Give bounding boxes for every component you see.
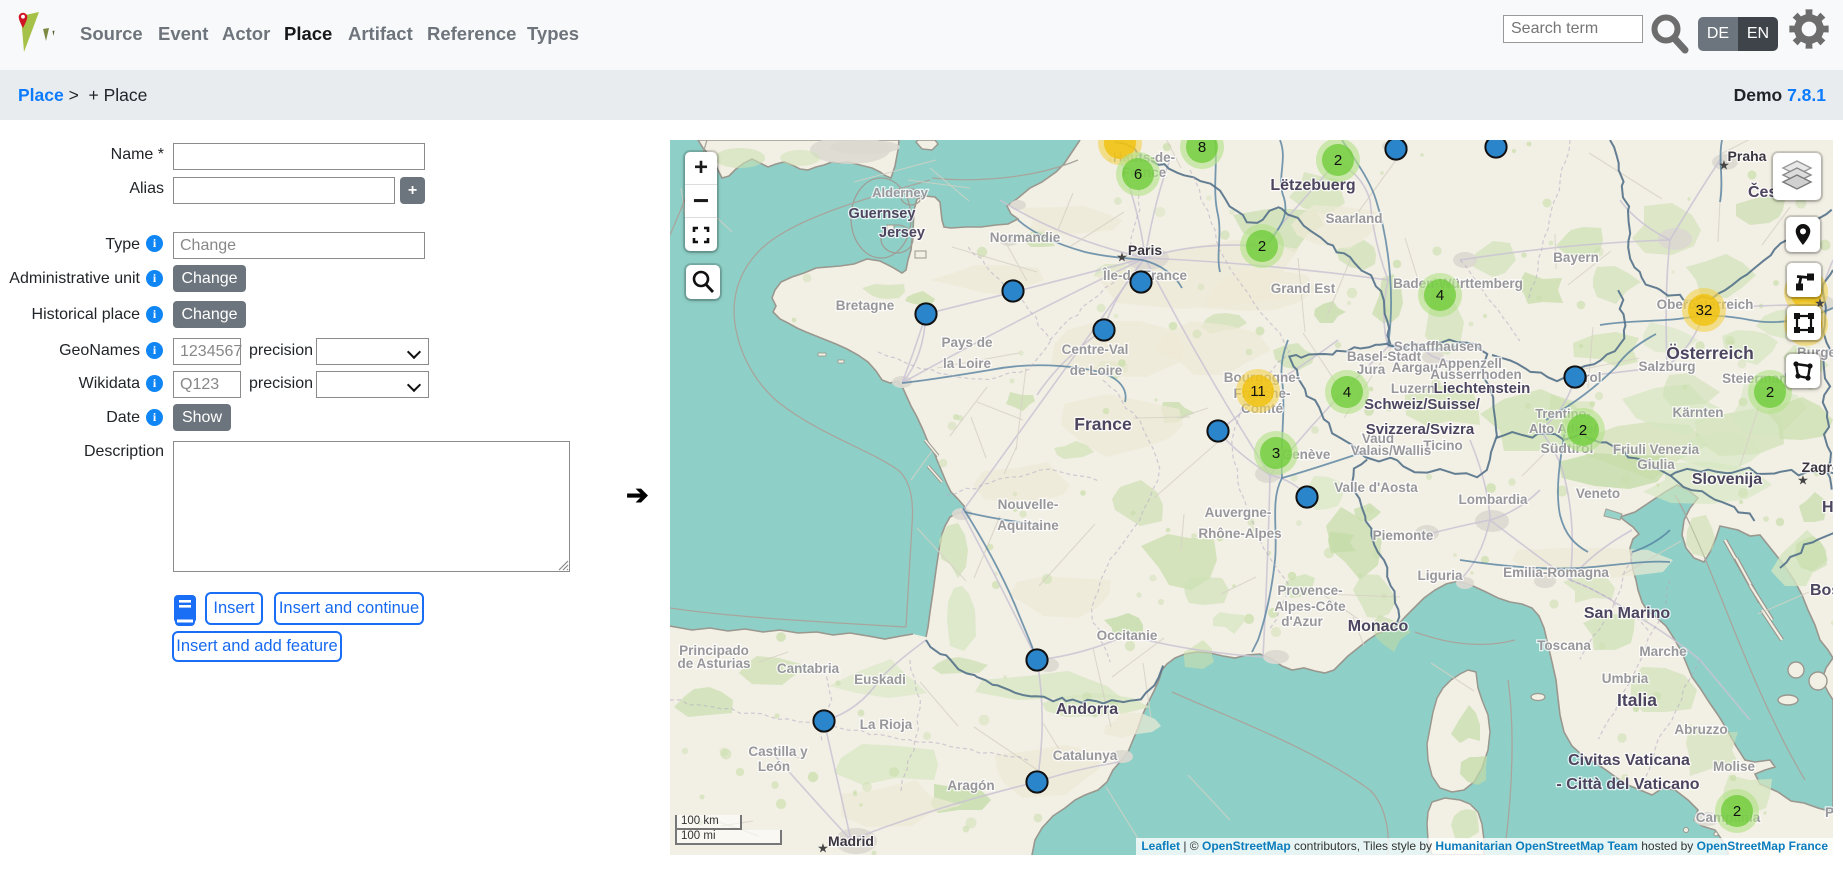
svg-text:Liechtenstein: Liechtenstein: [1434, 380, 1531, 397]
svg-text:Cantabria: Cantabria: [777, 661, 840, 676]
svg-text:3: 3: [1272, 445, 1280, 462]
svg-text:Umbria: Umbria: [1602, 671, 1649, 686]
svg-text:Andorra: Andorra: [1056, 701, 1118, 718]
svg-text:Alpes-Côte: Alpes-Côte: [1274, 599, 1346, 614]
svg-text:Giulia: Giulia: [1637, 457, 1675, 472]
svg-text:Aquitaine: Aquitaine: [997, 518, 1059, 533]
svg-text:Bretagne: Bretagne: [836, 298, 895, 313]
svg-text:2: 2: [1579, 422, 1587, 439]
svg-text:Svizzera/Svizra: Svizzera/Svizra: [1366, 421, 1475, 438]
svg-text:8: 8: [1198, 140, 1206, 156]
svg-text:★: ★: [1116, 250, 1128, 265]
svg-text:H: H: [1822, 499, 1833, 516]
svg-text:Österreich: Österreich: [1666, 343, 1754, 363]
svg-text:Italia: Italia: [1617, 690, 1657, 710]
svg-text:Rhône-Alpes: Rhône-Alpes: [1198, 526, 1281, 541]
svg-text:Nouvelle-: Nouvelle-: [998, 497, 1059, 512]
svg-text:Monaco: Monaco: [1348, 618, 1409, 635]
svg-text:Aragón: Aragón: [947, 778, 994, 793]
svg-text:Lombardia: Lombardia: [1458, 492, 1528, 507]
svg-text:Normandie: Normandie: [990, 230, 1061, 245]
svg-text:Euskadi: Euskadi: [854, 672, 906, 687]
svg-text:Civitas Vaticana: Civitas Vaticana: [1568, 752, 1690, 769]
svg-text:2: 2: [1733, 803, 1741, 820]
svg-text:Marche: Marche: [1639, 644, 1687, 659]
svg-text:Saarland: Saarland: [1325, 211, 1382, 226]
svg-text:de Loire: de Loire: [1070, 363, 1123, 378]
svg-text:Schweiz/Suisse/: Schweiz/Suisse/: [1364, 396, 1481, 413]
svg-text:Friuli Venezia: Friuli Venezia: [1613, 442, 1700, 457]
svg-text:Luzern: Luzern: [1391, 381, 1435, 396]
svg-text:Madrid: Madrid: [828, 833, 874, 849]
svg-text:Castilla y: Castilla y: [748, 744, 808, 759]
svg-text:★: ★: [1797, 473, 1809, 488]
svg-text:Paris: Paris: [1128, 242, 1162, 258]
svg-text:Grand Est: Grand Est: [1271, 281, 1336, 296]
svg-text:Provence-: Provence-: [1277, 583, 1342, 598]
svg-text:Jersey: Jersey: [879, 225, 925, 241]
svg-text:Schaffhausen: Schaffhausen: [1394, 339, 1483, 354]
svg-text:d'Azur: d'Azur: [1281, 614, 1323, 629]
svg-text:Piemonte: Piemonte: [1373, 528, 1434, 543]
svg-text:Valle d'Aosta: Valle d'Aosta: [1334, 480, 1418, 495]
svg-text:Catalunya: Catalunya: [1053, 748, 1118, 763]
svg-text:2: 2: [1334, 152, 1342, 169]
svg-text:4: 4: [1436, 287, 1444, 304]
svg-text:32: 32: [1696, 302, 1713, 319]
svg-text:6: 6: [1134, 166, 1142, 183]
svg-text:Centre-Val: Centre-Val: [1062, 342, 1129, 357]
svg-text:Toscana: Toscana: [1537, 638, 1591, 653]
svg-text:Bayern: Bayern: [1553, 250, 1599, 265]
svg-text:León: León: [758, 759, 790, 774]
svg-text:Liguria: Liguria: [1417, 568, 1462, 583]
svg-text:2: 2: [1258, 238, 1266, 255]
svg-text:Guernsey: Guernsey: [849, 206, 916, 222]
svg-text:2: 2: [1766, 384, 1774, 401]
svg-text:Emilia-Romagna: Emilia-Romagna: [1503, 565, 1609, 580]
svg-text:Bosna: Bosna: [1810, 582, 1833, 599]
svg-text:San Marino: San Marino: [1584, 605, 1670, 622]
svg-text:Abruzzo: Abruzzo: [1674, 722, 1727, 737]
svg-text:de Asturias: de Asturias: [677, 656, 750, 671]
svg-text:Molise: Molise: [1713, 759, 1756, 774]
svg-text:Alderney: Alderney: [872, 185, 928, 200]
svg-text:4: 4: [1343, 384, 1351, 401]
svg-text:Auvergne-: Auvergne-: [1205, 505, 1272, 520]
svg-text:Occitanie: Occitanie: [1097, 628, 1158, 643]
svg-text:11: 11: [1250, 383, 1266, 400]
svg-text:Kärnten: Kärnten: [1672, 405, 1723, 420]
svg-text:la Loire: la Loire: [943, 356, 992, 371]
svg-text:Jura: Jura: [1357, 362, 1386, 377]
svg-text:Pays de: Pays de: [941, 335, 993, 350]
svg-text:★: ★: [817, 841, 829, 856]
svg-text:★: ★: [1718, 158, 1730, 173]
svg-text:Slovenija: Slovenija: [1692, 471, 1762, 488]
svg-text:Puglia: Puglia: [1825, 805, 1833, 820]
svg-text:France: France: [1074, 414, 1132, 434]
svg-text:Veneto: Veneto: [1576, 486, 1620, 501]
svg-text:Praha: Praha: [1728, 148, 1767, 164]
svg-text:- Città del Vaticano: - Città del Vaticano: [1556, 776, 1699, 793]
svg-text:La Rioja: La Rioja: [860, 717, 913, 732]
